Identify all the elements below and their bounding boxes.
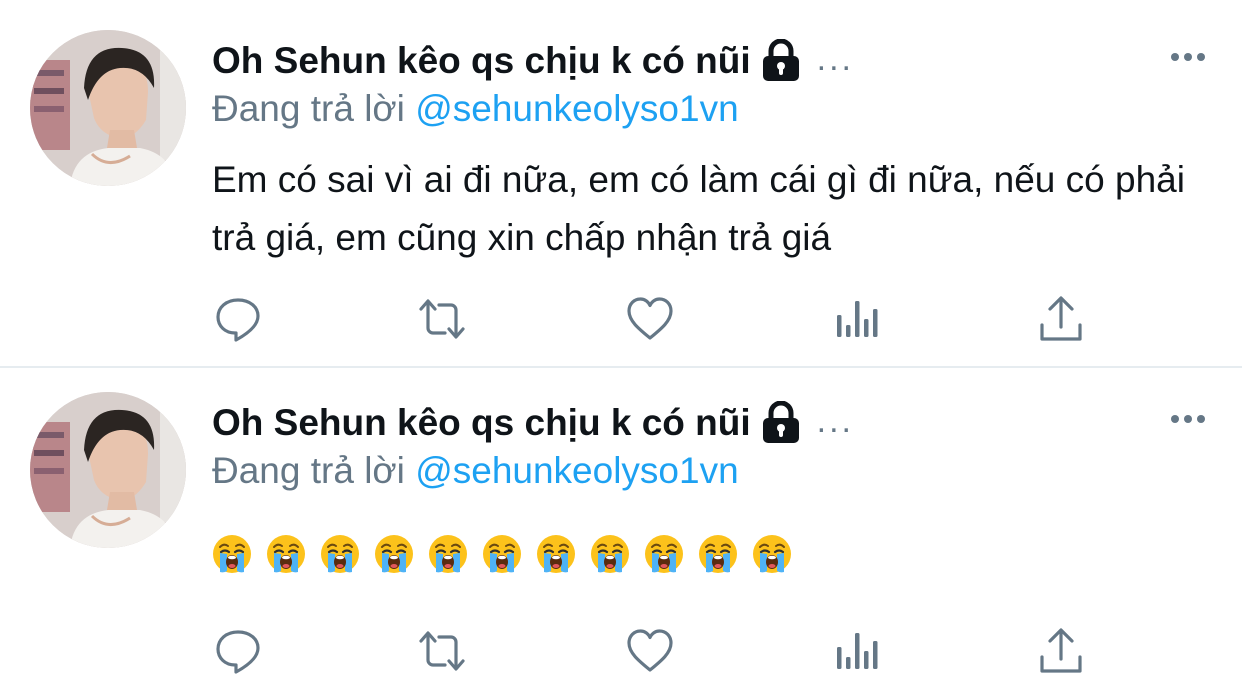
share-icon[interactable]: [1036, 626, 1086, 676]
loudly-crying-face-emoji: [482, 534, 522, 574]
reply-context: Đang trả lời @sehunkeolyso1vn: [212, 88, 739, 130]
avatar[interactable]: [30, 30, 186, 186]
lock-icon: [761, 401, 801, 445]
loudly-crying-face-emoji: [266, 534, 306, 574]
lock-icon: [761, 39, 801, 83]
more-options-icon[interactable]: [1164, 42, 1212, 72]
reply-prefix: Đang trả lời: [212, 88, 405, 129]
reply-handle-link[interactable]: @sehunkeolyso1vn: [415, 450, 738, 491]
like-icon[interactable]: [625, 626, 675, 676]
analytics-icon[interactable]: [830, 626, 880, 676]
more-options-icon[interactable]: [1164, 404, 1212, 434]
name-truncation: ...: [816, 401, 854, 440]
loudly-crying-face-emoji: [590, 534, 630, 574]
reply-context: Đang trả lời @sehunkeolyso1vn: [212, 450, 739, 492]
like-icon[interactable]: [625, 294, 675, 344]
action-bar: [0, 294, 1242, 344]
reply-prefix: Đang trả lời: [212, 450, 405, 491]
share-icon[interactable]: [1036, 294, 1086, 344]
loudly-crying-face-emoji: [374, 534, 414, 574]
loudly-crying-face-emoji: [644, 534, 684, 574]
tweet[interactable]: Oh Sehun kêo qs chịu k có nũi ... Đang t…: [0, 0, 1242, 366]
tweet-header: Oh Sehun kêo qs chịu k có nũi ...: [212, 36, 854, 86]
name-truncation: ...: [816, 39, 854, 78]
tweet-emoji-row: [212, 534, 792, 574]
tweet[interactable]: Oh Sehun kêo qs chịu k có nũi ... Đang t…: [0, 368, 1242, 695]
reply-icon[interactable]: [213, 294, 263, 344]
loudly-crying-face-emoji: [428, 534, 468, 574]
reply-handle-link[interactable]: @sehunkeolyso1vn: [415, 88, 738, 129]
loudly-crying-face-emoji: [752, 534, 792, 574]
tweet-header: Oh Sehun kêo qs chịu k có nũi ...: [212, 398, 854, 448]
reply-icon[interactable]: [213, 626, 263, 676]
analytics-icon[interactable]: [830, 294, 880, 344]
retweet-icon[interactable]: [417, 294, 467, 344]
avatar[interactable]: [30, 392, 186, 548]
action-bar: [0, 626, 1242, 676]
loudly-crying-face-emoji: [698, 534, 738, 574]
retweet-icon[interactable]: [417, 626, 467, 676]
display-name[interactable]: Oh Sehun kêo qs chịu k có nũi: [212, 40, 751, 82]
tweet-text: Em có sai vì ai đi nữa, em có làm cái gì…: [212, 159, 1185, 258]
loudly-crying-face-emoji: [320, 534, 360, 574]
loudly-crying-face-emoji: [536, 534, 576, 574]
loudly-crying-face-emoji: [212, 534, 252, 574]
display-name[interactable]: Oh Sehun kêo qs chịu k có nũi: [212, 402, 751, 444]
